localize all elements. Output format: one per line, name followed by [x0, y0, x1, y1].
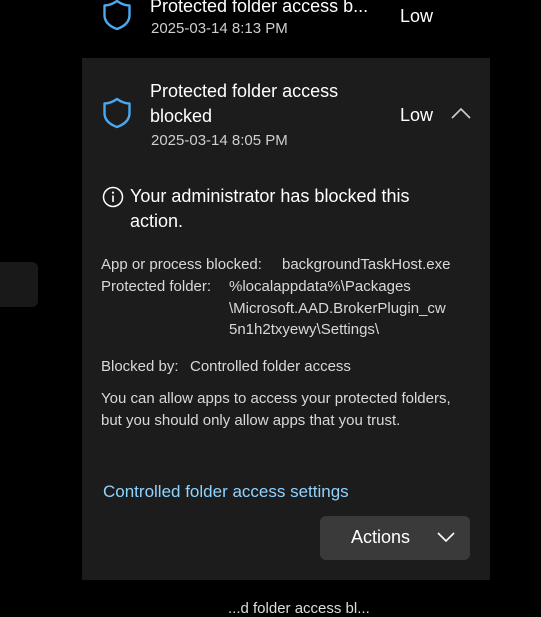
protected-folder-line: \Microsoft.AAD.BrokerPlugin_cw — [229, 300, 446, 317]
event-title: Protected folder access blocked — [150, 81, 339, 126]
app-blocked-value: backgroundTaskHost.exe — [282, 256, 451, 273]
actions-label: Actions — [351, 527, 411, 547]
actions-button[interactable]: Actions — [320, 516, 470, 560]
app-blocked-label: App or process blocked: — [101, 256, 262, 273]
shield-icon — [103, 0, 131, 31]
blocked-by-value: Controlled folder access — [190, 358, 351, 375]
event-title: Protected folder access b... — [150, 0, 369, 16]
chevron-down-icon — [437, 532, 455, 543]
allow-apps-description: You can allow apps to access your protec… — [101, 390, 451, 429]
event-timestamp: 2025-03-14 8:13 PM — [151, 20, 288, 37]
next-event-title-peek[interactable]: ...d folder access bl... — [228, 600, 370, 617]
severity-label: Low — [400, 105, 434, 125]
shield-icon — [103, 97, 131, 129]
sidebar-selected-item[interactable] — [0, 262, 38, 307]
controlled-folder-access-settings-link[interactable]: Controlled folder access settings — [103, 482, 349, 502]
protected-folder-label: Protected folder: — [101, 278, 212, 295]
protected-folder-line: %localappdata%\Packages — [229, 278, 411, 295]
admin-blocked-notice: Your administrator has blocked this acti… — [130, 186, 410, 231]
event-row-collapsed[interactable]: Protected folder access b... 2025-03-14 … — [82, 0, 490, 58]
blocked-by-label: Blocked by: — [101, 358, 179, 375]
event-header[interactable]: Protected folder access blocked 2025-03-… — [82, 58, 490, 158]
info-icon — [102, 186, 124, 208]
protected-folder-line: 5n1h2txyewy\Settings\ — [229, 321, 380, 338]
severity-label: Low — [400, 6, 434, 26]
event-card-expanded: Protected folder access blocked 2025-03-… — [82, 58, 490, 580]
chevron-up-icon[interactable] — [450, 106, 472, 120]
event-timestamp: 2025-03-14 8:05 PM — [151, 132, 288, 149]
